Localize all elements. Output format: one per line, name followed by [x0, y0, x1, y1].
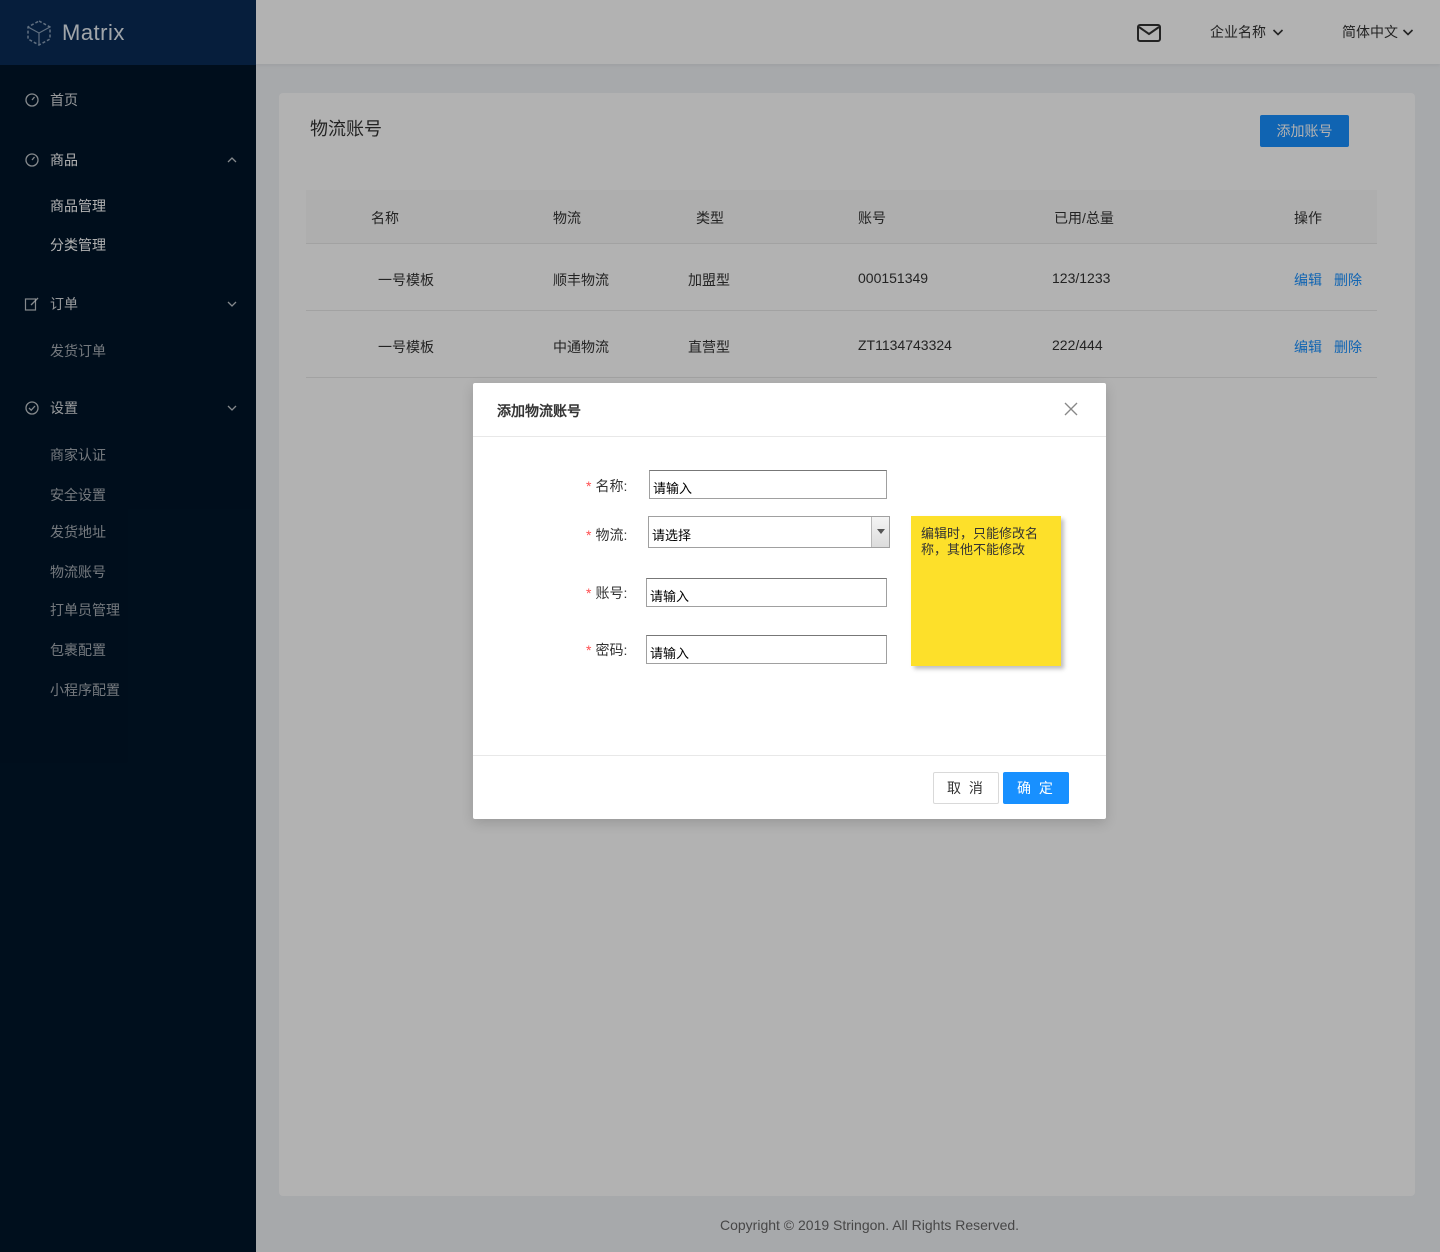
sticky-note: 编辑时，只能修改名称，其他不能修改	[911, 516, 1061, 666]
carrier-label-text: 物流:	[595, 527, 628, 543]
carrier-select[interactable]: 请选择	[648, 516, 890, 548]
account-label-text: 账号:	[595, 585, 628, 601]
password-input[interactable]	[646, 635, 887, 664]
account-input[interactable]	[646, 578, 887, 607]
close-icon[interactable]	[1064, 402, 1078, 416]
carrier-label: * 物流:	[586, 525, 627, 545]
select-arrow[interactable]	[871, 517, 889, 547]
required-mark: *	[586, 478, 592, 494]
modal-header: 添加物流账号	[473, 383, 1106, 437]
carrier-select-value: 请选择	[652, 528, 692, 543]
password-label-text: 密码:	[595, 642, 628, 658]
required-mark: *	[586, 527, 592, 543]
required-mark: *	[586, 585, 592, 601]
modal-footer: 取 消 确 定	[473, 755, 1106, 819]
cancel-button[interactable]: 取 消	[933, 772, 999, 804]
required-mark: *	[586, 642, 592, 658]
name-label-text: 名称:	[595, 478, 628, 494]
modal-title: 添加物流账号	[497, 403, 581, 419]
name-label: * 名称:	[586, 476, 627, 496]
name-input[interactable]	[649, 470, 887, 499]
password-label: * 密码:	[586, 640, 627, 660]
confirm-button[interactable]: 确 定	[1003, 772, 1069, 804]
account-label: * 账号:	[586, 583, 627, 603]
triangle-down-icon	[877, 529, 885, 534]
add-logistics-account-modal: 添加物流账号 *名称: *物流: 请选择 *账号: *密码: 编辑时，只能修改名…	[473, 383, 1106, 819]
